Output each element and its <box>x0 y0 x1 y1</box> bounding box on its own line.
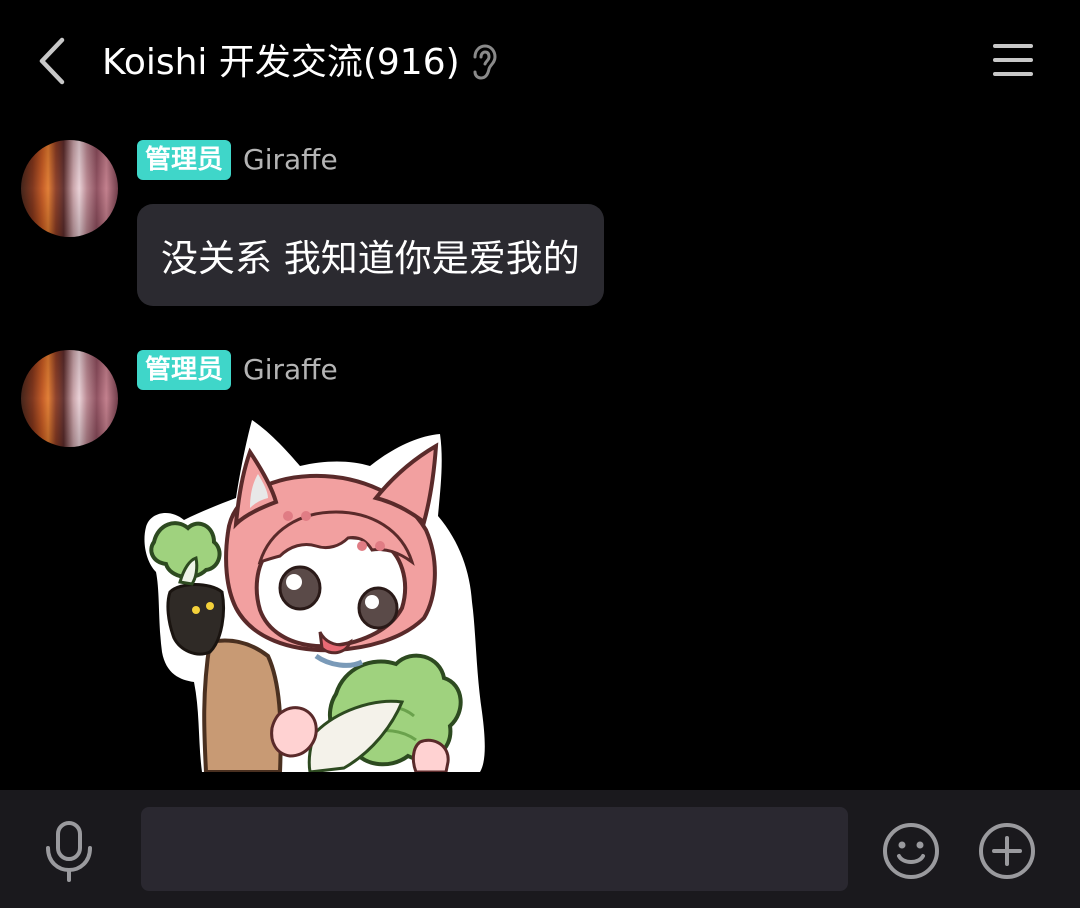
username[interactable]: Giraffe <box>243 140 338 180</box>
role-badge: 管理员 <box>137 350 232 390</box>
chat-screen: Koishi 开发交流(916) 管理员 Giraffe 没关系 我知道你是爱我… <box>0 0 1080 908</box>
role-badge: 管理员 <box>137 140 232 180</box>
message-meta: 管理员 Giraffe <box>137 350 338 390</box>
sticker-image[interactable] <box>140 412 500 774</box>
avatar[interactable] <box>21 140 118 237</box>
message-meta: 管理员 Giraffe <box>137 140 338 180</box>
menu-button[interactable] <box>990 40 1036 80</box>
voice-button[interactable] <box>42 820 96 882</box>
microphone-icon <box>46 821 92 882</box>
emoji-button[interactable] <box>882 822 940 880</box>
plus-circle-icon <box>979 823 1035 879</box>
message-input[interactable] <box>141 807 848 891</box>
hamburger-menu-icon <box>993 44 1033 76</box>
chat-header: Koishi 开发交流(916) <box>0 0 1080 128</box>
back-button[interactable] <box>30 34 74 88</box>
chevron-left-icon <box>39 37 65 85</box>
chat-title[interactable]: Koishi 开发交流(916) <box>102 38 460 88</box>
more-button[interactable] <box>978 822 1036 880</box>
ear-icon[interactable] <box>470 44 498 82</box>
emoji-smile-icon <box>883 823 939 879</box>
message-bubble[interactable]: 没关系 我知道你是爱我的 <box>137 204 604 306</box>
avatar[interactable] <box>21 350 118 447</box>
username[interactable]: Giraffe <box>243 350 338 390</box>
